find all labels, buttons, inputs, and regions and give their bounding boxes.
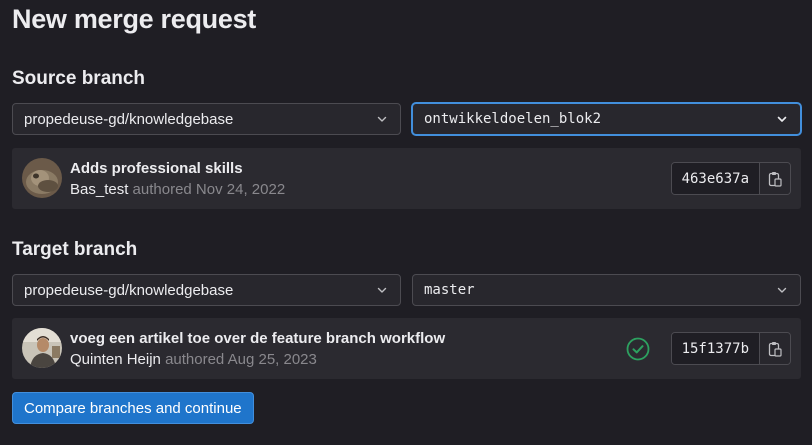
source-commit-meta: Bas_test authored Nov 24, 2022 xyxy=(70,181,285,198)
target-project-label: propedeuse-gd/knowledgebase xyxy=(24,281,234,299)
compare-branches-button[interactable]: Compare branches and continue xyxy=(12,392,254,424)
target-commit-title[interactable]: voeg een artikel toe over de feature bra… xyxy=(70,330,445,347)
source-commit-author[interactable]: Bas_test xyxy=(70,181,128,198)
copy-sha-button[interactable] xyxy=(760,163,790,194)
target-commit-meta: Quinten Heijn authored Aug 25, 2023 xyxy=(70,351,317,368)
target-commit-sha[interactable]: 15f1377b xyxy=(671,333,760,364)
source-branch-dropdown[interactable]: ontwikkeldoelen_blok2 xyxy=(412,103,801,135)
source-project-label: propedeuse-gd/knowledgebase xyxy=(24,110,234,128)
merge-request-page: New merge request Source branch propedeu… xyxy=(0,0,812,445)
source-commit-date: authored Nov 24, 2022 xyxy=(132,181,286,198)
target-branch-heading: Target branch xyxy=(12,239,138,260)
source-branch-label: ontwikkeldoelen_blok2 xyxy=(424,111,602,127)
page-title: New merge request xyxy=(12,4,256,34)
target-commit-date: authored Aug 25, 2023 xyxy=(165,351,317,368)
source-branch-heading: Source branch xyxy=(12,68,146,89)
source-commit-card: Adds professional skills Bas_test author… xyxy=(12,148,801,209)
chevron-down-icon xyxy=(375,283,389,297)
copy-sha-button[interactable] xyxy=(760,333,790,364)
chevron-down-icon xyxy=(775,283,789,297)
avatar xyxy=(22,158,62,198)
target-project-dropdown[interactable]: propedeuse-gd/knowledgebase xyxy=(12,274,401,306)
pipeline-status-success-icon[interactable] xyxy=(626,337,650,361)
target-commit-card: voeg een artikel toe over de feature bra… xyxy=(12,318,801,379)
clipboard-icon xyxy=(768,341,782,357)
chevron-down-icon xyxy=(375,112,389,126)
chevron-down-icon xyxy=(775,112,789,126)
source-sha-group: 463e637a xyxy=(670,162,791,195)
clipboard-icon xyxy=(768,171,782,187)
source-commit-sha[interactable]: 463e637a xyxy=(671,163,760,194)
source-project-dropdown[interactable]: propedeuse-gd/knowledgebase xyxy=(12,103,401,135)
check-circle-icon xyxy=(626,337,650,361)
source-commit-title[interactable]: Adds professional skills xyxy=(70,160,243,177)
target-branch-label: master xyxy=(424,282,475,298)
target-sha-group: 15f1377b xyxy=(670,332,791,365)
avatar xyxy=(22,328,62,368)
target-branch-dropdown[interactable]: master xyxy=(412,274,801,306)
target-commit-author[interactable]: Quinten Heijn xyxy=(70,351,161,368)
